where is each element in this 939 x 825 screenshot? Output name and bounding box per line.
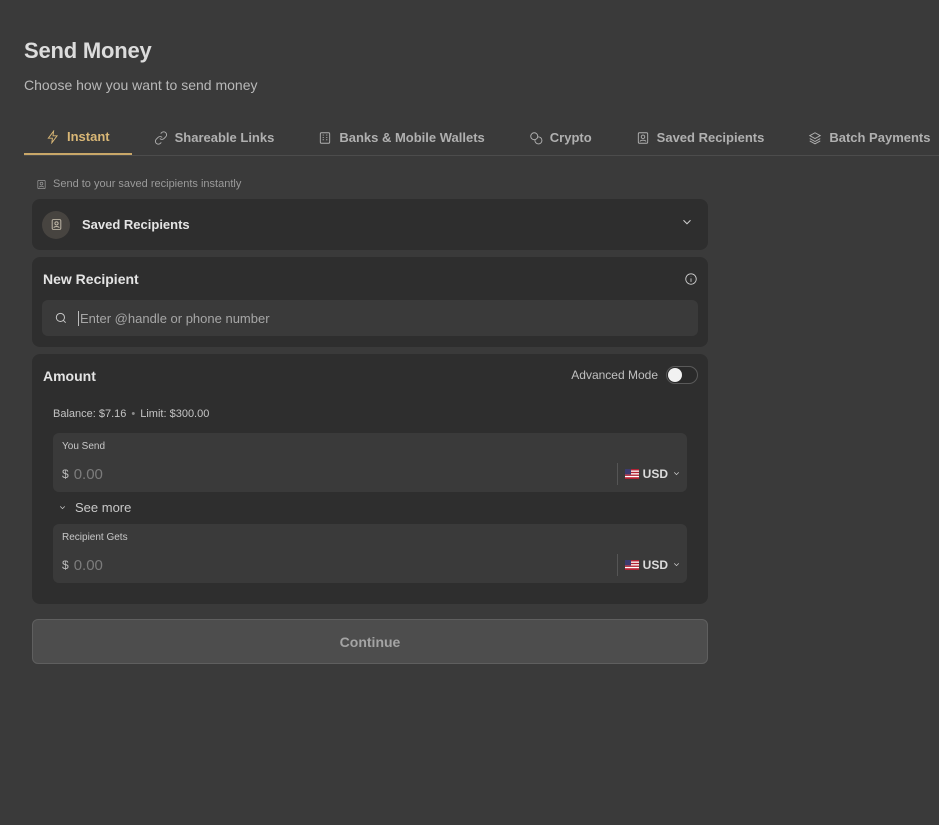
you-send-box: You Send $ USD bbox=[53, 433, 687, 492]
tab-label: Batch Payments bbox=[829, 130, 931, 145]
balance-limit: Balance: $7.16 • Limit: $300.00 bbox=[53, 408, 209, 420]
us-flag-icon bbox=[624, 469, 639, 479]
recipient-gets-box: Recipient Gets $ USD bbox=[53, 524, 687, 583]
tab-crypto[interactable]: Crypto bbox=[507, 120, 614, 155]
page-title: Send Money bbox=[24, 38, 152, 63]
you-send-input[interactable] bbox=[73, 465, 474, 483]
send-currency-code: USD bbox=[642, 467, 668, 481]
separator-dot: • bbox=[131, 408, 136, 420]
recipient-gets-label: Recipient Gets bbox=[62, 532, 128, 543]
tab-batch-payments[interactable]: Batch Payments bbox=[786, 120, 939, 155]
continue-button[interactable]: Continue bbox=[32, 619, 708, 664]
tab-label: Saved Recipients bbox=[656, 130, 765, 145]
bank-icon bbox=[320, 131, 331, 144]
see-more-toggle[interactable]: See more bbox=[58, 500, 131, 515]
hint-text: Send to your saved recipients instantly bbox=[53, 178, 242, 190]
tab-saved-recipients[interactable]: Saved Recipients bbox=[614, 120, 787, 155]
contact-icon bbox=[37, 179, 46, 189]
send-currency-select[interactable]: USD bbox=[616, 463, 681, 485]
info-icon[interactable] bbox=[684, 272, 698, 291]
contact-icon bbox=[637, 131, 648, 144]
recipient-gets-input[interactable] bbox=[73, 556, 474, 574]
new-recipient-title: New Recipient bbox=[43, 271, 139, 287]
limit-text: Limit: $300.00 bbox=[140, 408, 210, 420]
link-icon bbox=[154, 130, 167, 145]
amount-title: Amount bbox=[43, 368, 96, 384]
advanced-mode-toggle[interactable] bbox=[666, 366, 698, 384]
tab-shareable-links[interactable]: Shareable Links bbox=[132, 120, 297, 155]
recipient-search-input[interactable] bbox=[78, 310, 686, 326]
gets-currency-select[interactable]: USD bbox=[616, 554, 681, 576]
coins-icon bbox=[530, 131, 543, 144]
saved-recipients-label: Saved Recipients bbox=[82, 217, 190, 232]
chevron-down-icon bbox=[672, 558, 681, 572]
advanced-mode: Advanced Mode bbox=[571, 366, 698, 384]
you-send-label: You Send bbox=[62, 441, 106, 452]
page-subtitle: Choose how you want to send money bbox=[24, 77, 258, 93]
layers-icon bbox=[809, 131, 822, 144]
see-more-label: See more bbox=[75, 500, 132, 515]
contact-icon bbox=[51, 219, 61, 230]
chevron-down-icon bbox=[680, 215, 694, 234]
chevron-down-icon bbox=[672, 467, 681, 481]
currency-symbol: $ bbox=[62, 467, 69, 481]
new-recipient-card: New Recipient bbox=[32, 257, 708, 347]
amount-card: Amount Advanced Mode Balance: $7.16 • Li… bbox=[32, 354, 708, 604]
send-method-tabs: Instant Shareable Links Banks & Mobile W… bbox=[24, 120, 939, 156]
tab-label: Banks & Mobile Wallets bbox=[339, 130, 485, 145]
advanced-mode-label: Advanced Mode bbox=[571, 368, 658, 382]
tab-label: Shareable Links bbox=[174, 130, 275, 145]
tab-instant[interactable]: Instant bbox=[24, 120, 132, 155]
lightning-icon bbox=[47, 129, 59, 144]
currency-symbol: $ bbox=[62, 558, 69, 572]
tab-label: Instant bbox=[67, 129, 110, 144]
us-flag-icon bbox=[624, 560, 639, 570]
search-icon bbox=[55, 312, 67, 324]
tab-label: Crypto bbox=[549, 130, 592, 145]
saved-recipients-dropdown[interactable]: Saved Recipients bbox=[32, 199, 708, 250]
saved-recipients-hint: Send to your saved recipients instantly bbox=[36, 178, 241, 190]
recipient-search bbox=[42, 300, 698, 336]
avatar bbox=[42, 210, 70, 239]
gets-currency-code: USD bbox=[642, 558, 668, 572]
balance-text: Balance: $7.16 bbox=[53, 408, 127, 420]
chevron-down-icon bbox=[59, 506, 66, 510]
tab-banks-mobile-wallets[interactable]: Banks & Mobile Wallets bbox=[296, 120, 506, 155]
